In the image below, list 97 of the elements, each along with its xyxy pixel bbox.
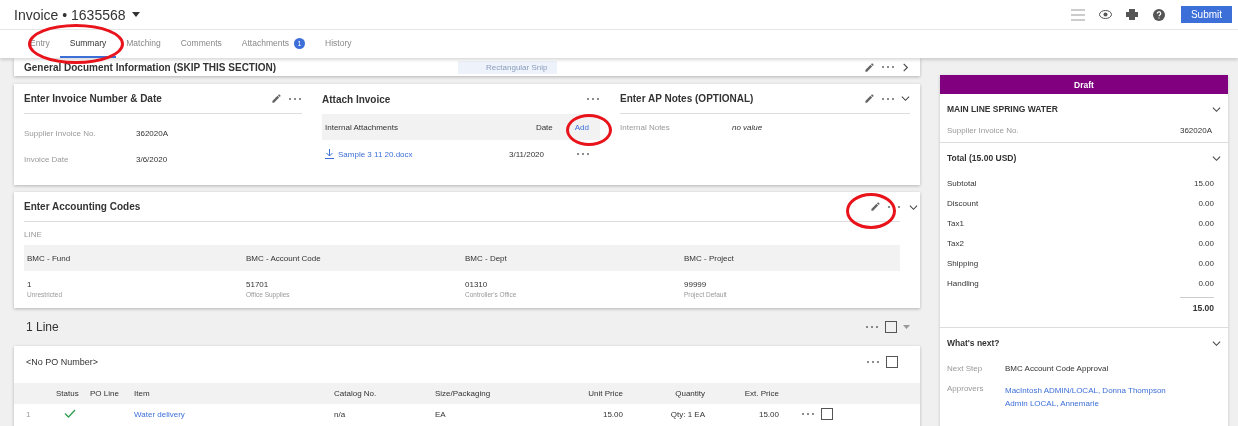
column-header: Quantity (674, 389, 705, 398)
total-label: Tax2 (947, 238, 964, 248)
column-header: Item (134, 389, 151, 398)
column-header: Date (534, 122, 553, 132)
more-icon[interactable] (576, 152, 590, 156)
table-cell-text: 15.00 (601, 409, 623, 419)
total-value: 0.00 (1198, 258, 1214, 268)
chevron-icon[interactable] (901, 62, 910, 72)
more-icon[interactable] (881, 65, 895, 69)
lines-title: 1 Line (26, 320, 59, 334)
card-title: Attach Invoice (322, 93, 391, 105)
section-title: General Document Information (SKIP THIS SECTION) (24, 61, 277, 73)
total-value: 0.00 (1198, 218, 1214, 228)
file-link[interactable]: Sample 3 11 20.docx (338, 149, 413, 159)
checkbox[interactable] (885, 321, 897, 333)
download-icon[interactable] (325, 149, 334, 159)
code-value: 51701 (246, 280, 270, 289)
field-value: 3/6/2020 (136, 154, 168, 164)
column-header: BMC - Account Code (246, 253, 322, 263)
help-icon[interactable] (1151, 6, 1167, 23)
total-label: Tax1 (947, 218, 964, 228)
tab[interactable]: Entry (20, 30, 60, 58)
chevron-icon[interactable] (1212, 153, 1221, 163)
tab[interactable]: Matching (116, 30, 171, 58)
edit-icon[interactable] (864, 61, 875, 73)
card-title: Enter Invoice Number & Date (24, 93, 162, 104)
status-bar: Draft (940, 75, 1228, 94)
total-title: Total (15.00 USD) (947, 153, 1017, 163)
file-date: 3/11/2020 (509, 149, 545, 159)
grand-total: 15.00 (1180, 297, 1214, 327)
field-label: Supplier Invoice No. (947, 125, 1020, 135)
tab[interactable]: Comments (170, 30, 232, 58)
code-value: 99999 (684, 280, 708, 289)
column-header: BMC - Fund (27, 253, 72, 263)
more-icon[interactable] (288, 96, 302, 101)
edit-icon[interactable] (870, 201, 881, 212)
chevron-icon[interactable] (901, 94, 910, 103)
field-label: Next Step (947, 363, 984, 373)
field-value: 362020A (1179, 125, 1212, 135)
submit-button[interactable]: Submit (1181, 6, 1232, 23)
tab[interactable]: History (315, 30, 362, 58)
column-header: Status (56, 389, 80, 398)
snip-label: Rectangular Snip (458, 60, 558, 74)
table-cell-text: Qty: 1 EA (669, 409, 705, 419)
more-icon[interactable] (887, 204, 901, 209)
approvers-link[interactable]: MacIntosh ADMIN/LOCAL, Donna Thompson Admin LOCAL, Annemarie (1005, 384, 1173, 410)
total-label: Shipping (947, 258, 979, 268)
field-label: Supplier Invoice No. (24, 128, 97, 138)
total-value: 0.00 (1198, 278, 1214, 288)
edit-icon[interactable] (271, 93, 282, 104)
column-header: Internal Attachments (325, 122, 399, 132)
table-cell-text: n/a (334, 409, 347, 419)
more-icon[interactable] (865, 325, 879, 329)
section-title: What's next? (947, 338, 1000, 348)
supplier-name: MAIN LINE SPRING WATER (947, 104, 1058, 114)
column-header: Catalog No. (334, 389, 378, 398)
chevron-icon[interactable] (1212, 338, 1221, 348)
field-value: no value (732, 122, 763, 132)
column-header: BMC - Project (684, 253, 735, 263)
table-cell-text: EA (435, 409, 447, 419)
total-label: Subtotal (947, 178, 977, 188)
column-header: BMC - Dept (465, 253, 508, 263)
total-label: Handling (947, 278, 979, 288)
more-icon[interactable] (801, 412, 815, 416)
field-label: Approvers (947, 384, 985, 395)
total-label: Discount (947, 198, 979, 208)
column-header: Ext. Price (743, 389, 779, 398)
field-label: Internal Notes (620, 122, 671, 132)
edit-icon[interactable] (864, 93, 875, 104)
code-value: 1 (27, 280, 33, 289)
add-button[interactable]: Add (566, 122, 597, 132)
chevron-icon[interactable] (1212, 104, 1221, 114)
document-title: Invoice • 1635568 (14, 6, 126, 23)
checkbox[interactable] (886, 355, 898, 368)
po-title: <No PO Number> (26, 356, 100, 367)
table-cell-text: 15.00 (757, 409, 779, 419)
caret-icon[interactable] (131, 12, 140, 17)
code-value: 01310 (465, 280, 489, 289)
item-link[interactable]: Water delivery (134, 409, 185, 419)
field-value: BMC Account Code Approval (1005, 363, 1109, 373)
column-header: PO Line (90, 389, 120, 398)
card-title: Enter AP Notes (OPTIONAL) (620, 93, 754, 104)
group-label: LINE (24, 229, 43, 241)
chevron-icon[interactable] (909, 202, 918, 212)
total-value: 0.00 (1198, 198, 1214, 208)
more-icon[interactable] (586, 97, 600, 101)
more-icon[interactable] (866, 359, 880, 364)
field-label: Invoice Date (24, 154, 70, 164)
field-value: 362020A (136, 128, 169, 138)
column-header: Size/Packaging (435, 389, 492, 398)
column-header: Unit Price (587, 389, 623, 398)
total-value: 15.00 (1193, 178, 1214, 188)
line-number: 1 (26, 409, 32, 419)
more-icon[interactable] (881, 96, 895, 101)
total-value: 0.00 (1198, 238, 1214, 248)
card-title: Enter Accounting Codes (24, 201, 141, 212)
checkbox[interactable] (821, 408, 833, 420)
